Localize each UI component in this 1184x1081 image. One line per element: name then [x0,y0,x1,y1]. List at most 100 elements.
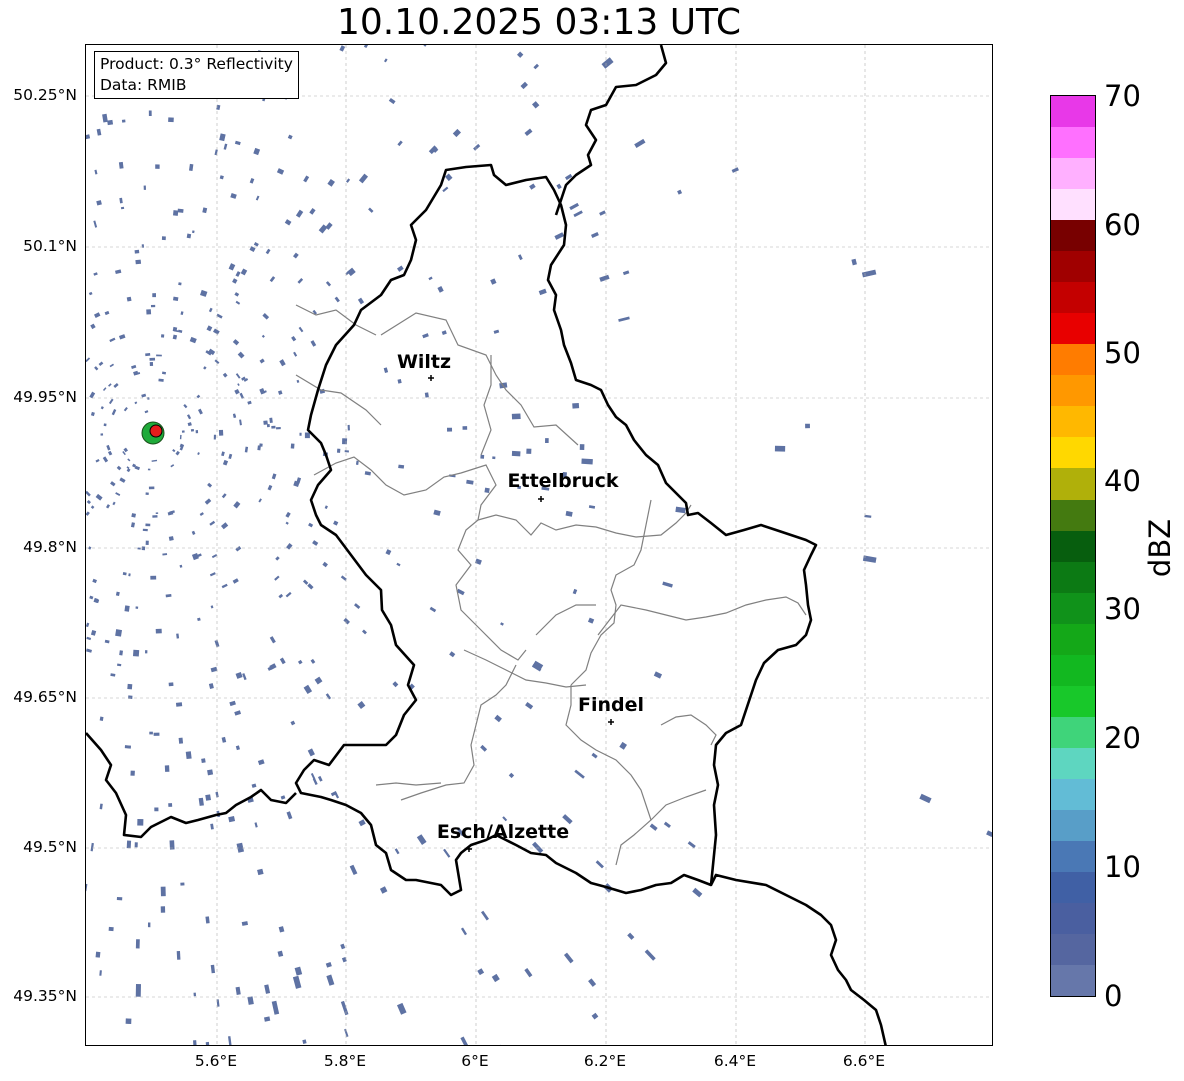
radar-echo [269,636,276,644]
radar-echo [131,513,137,518]
radar-echo [294,966,303,976]
radar-echo [110,481,116,487]
radar-echo [433,509,441,516]
radar-echo [197,408,203,415]
radar-echo [297,278,304,284]
radar-map[interactable] [85,44,993,1046]
radar-echo [95,458,100,463]
radar-echo [774,445,786,452]
colorbar-segment [1051,468,1095,500]
radar-echo [128,573,131,577]
radar-echo [221,583,228,589]
radar-echo [176,951,181,960]
radar-echo [394,848,400,855]
radar-echo [538,288,547,296]
radar-echo [239,419,242,426]
radar-echo [653,671,663,679]
radar-echo [123,407,128,412]
radar-echo [94,169,98,175]
city-label-ettelbruck: Ettelbruck [507,470,619,492]
radar-echo [135,606,139,609]
radar-echo [595,860,604,869]
radar-echo [591,231,599,238]
radar-echo [122,572,127,576]
radar-echo [213,328,220,335]
radar-echo [228,263,236,271]
radar-echo [253,147,261,156]
radar-echo [240,268,248,276]
radar-echo [155,628,162,634]
radar-echo [214,149,218,156]
radar-echo [368,207,374,213]
radar-echo [146,309,152,315]
radar-echo [218,429,224,436]
colorbar-segment [1051,344,1095,376]
radar-echo [327,178,335,187]
radar-echo [242,673,247,681]
radar-echo [235,373,241,379]
radar-echo [177,208,184,213]
radar-echo [345,178,351,183]
colorbar-segment [1051,933,1095,965]
radar-echo [149,361,154,367]
radar-echo [209,572,216,577]
map-grid [86,45,992,1045]
radar-echo [563,952,574,964]
radar-echo [517,254,523,261]
radar-echo [130,770,135,776]
radar-echo [284,219,292,226]
radar-echo [92,578,97,584]
radar-echo [93,272,98,276]
radar-echo [601,57,614,69]
city-marker [428,375,434,381]
radar-echo [264,1016,271,1022]
radar-echo [452,128,462,138]
radar-echo [149,357,156,361]
lon-tick: 6.4°E [713,1052,757,1070]
radar-echo [197,452,200,455]
radar-echo [147,922,151,928]
radar-echo [207,482,213,488]
radar-echo [185,751,192,760]
radar-echo [100,433,104,436]
radar-echo [259,388,266,395]
radar-echo [197,617,201,622]
radar-echo [663,821,671,829]
city-label-wiltz: Wiltz [396,351,452,373]
radar-echo [100,406,104,410]
radar-echo [529,183,536,190]
radar-echo [265,248,271,255]
radar-echo [675,506,686,514]
radar-echo [274,575,280,581]
radar-echo [285,591,292,598]
radar-echo [524,128,533,137]
canton-borders [295,304,807,866]
radar-echo [162,553,168,556]
radar-echo [449,651,456,658]
radar-echo [221,736,227,743]
colorbar-tick: 20 [1104,721,1141,755]
radar-echo [193,1040,197,1045]
radar-echo [221,451,225,457]
radar-echo [104,639,110,644]
radar-echo [357,297,365,305]
radar-echo [572,402,580,409]
radar-echo [277,950,284,957]
colorbar-segment [1051,437,1095,469]
radar-echo [152,515,158,518]
radar-echo [278,593,284,599]
radar-echo [424,392,429,398]
radar-echo [208,683,214,689]
radar-echo [384,58,388,63]
national-borders [86,45,887,1045]
radar-echo [144,410,149,414]
colorbar-segment [1051,840,1095,872]
radar-echo [443,848,451,858]
radar-echo [269,276,276,283]
radar-echo [189,336,197,344]
radar-echo [565,510,573,517]
radar-echo [115,591,120,597]
radar-echo [228,816,236,823]
radar-echo [109,337,116,343]
radar-echo [126,840,132,849]
